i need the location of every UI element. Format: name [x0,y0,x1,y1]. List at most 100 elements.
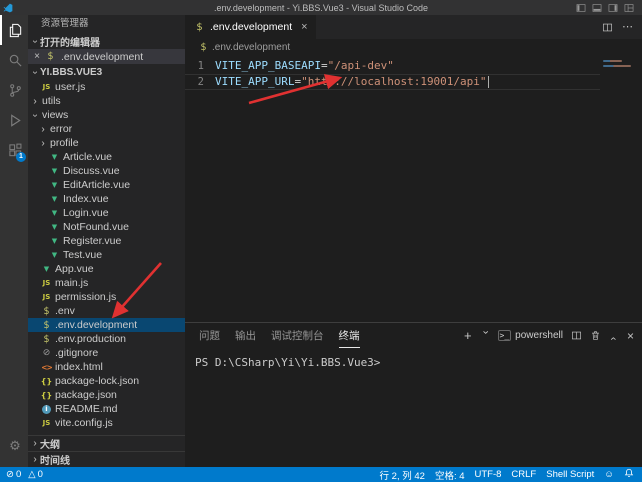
tree-item-Test.vue[interactable]: ▼Test.vue [28,248,185,262]
tree-item-Login.vue[interactable]: ▼Login.vue [28,206,185,220]
feedback-smiley-icon[interactable]: ☺ [604,469,614,480]
close-panel-icon[interactable]: × [627,330,634,342]
errors-indicator[interactable]: ⊘ 0 [6,469,21,480]
tree-item-permission.js[interactable]: JSpermission.js [28,290,185,304]
more-actions-icon[interactable]: ⋯ [622,22,633,33]
language-mode[interactable]: Shell Script [546,469,594,480]
tab-close-icon[interactable]: × [301,21,307,33]
tree-item-user.js[interactable]: JSuser.js [28,80,185,94]
outline-header[interactable]: › 大纲 [28,435,185,451]
tree-item-package.json[interactable]: {}package.json [28,388,185,402]
settings-gear-icon[interactable]: ⚙ [0,431,28,461]
tree-item-utils[interactable]: ›utils [28,94,185,108]
tree-item-profile[interactable]: ›profile [28,136,185,150]
project-root-header[interactable]: › YI.BBS.VUE3 [28,64,185,80]
env-file-icon: $ [44,51,57,62]
chevron-down-icon: › [30,36,41,46]
open-editor-item[interactable]: × $ .env.development [28,49,185,64]
code-line-2[interactable]: 2VITE_APP_URL="http://localhost:19001/ap… [185,74,600,90]
explorer-icon[interactable] [0,15,28,45]
tree-item-EditArticle.vue[interactable]: ▼EditArticle.vue [28,178,185,192]
terminal-output[interactable]: PS D:\CSharp\Yi\Yi.BBS.Vue3> [185,348,642,467]
terminal-dropdown-chevron-icon[interactable]: › [479,331,490,341]
file-name: .env [55,305,75,317]
outline-label: 大纲 [40,436,60,451]
panel-tab-终端[interactable]: 终端 [339,323,360,348]
editor-group: $ .env.development × ⋯ $ .env.developmen… [185,15,642,467]
breadcrumb[interactable]: $ .env.development [185,39,642,56]
file-name: README.md [55,403,117,415]
tree-item-Article.vue[interactable]: ▼Article.vue [28,150,185,164]
tree-item-README.md[interactable]: iREADME.md [28,402,185,416]
tree-item-package-lock.json[interactable]: {}package-lock.json [28,374,185,388]
panel-tab-输出[interactable]: 输出 [235,323,256,348]
file-name: index.html [55,361,103,373]
search-icon[interactable] [0,45,28,75]
panel-tab-调试控制台[interactable]: 调试控制台 [271,323,324,348]
status-right: 行 2, 列 42 空格: 4 UTF-8 CRLF Shell Script … [380,468,634,482]
terminal-tab-powershell[interactable]: >_ powershell [498,330,563,341]
js-file-icon: JS [40,83,53,91]
notifications-bell-icon[interactable] [624,468,634,481]
customize-layout-icon[interactable] [624,3,634,13]
tab-env-development[interactable]: $ .env.development × [185,15,316,39]
tree-item-Discuss.vue[interactable]: ▼Discuss.vue [28,164,185,178]
tree-item-main.js[interactable]: JSmain.js [28,276,185,290]
tree-item-views[interactable]: ›views [28,108,185,122]
tree-item-App.vue[interactable]: ▼App.vue [28,262,185,276]
toggle-panel-icon[interactable] [592,3,602,13]
cursor-position[interactable]: 行 2, 列 42 [380,468,425,482]
warnings-indicator[interactable]: △ 0 [28,469,43,480]
panel-tab-问题[interactable]: 问题 [199,323,220,348]
source-control-icon[interactable] [0,75,28,105]
toggle-primary-sidebar-icon[interactable] [576,3,586,13]
vue-file-icon: ▼ [48,251,61,259]
file-tree: JSuser.js›utils›views›error›profile▼Arti… [28,80,185,430]
timeline-header[interactable]: › 时间线 [28,451,185,467]
editor-actions: ⋯ [602,15,642,39]
toggle-secondary-sidebar-icon[interactable] [608,3,618,13]
vue-file-icon: ▼ [48,223,61,231]
chevron-down-icon: › [30,110,41,120]
open-editors-label: 打开的编辑器 [40,34,100,49]
kill-terminal-icon[interactable] [590,330,601,341]
split-terminal-icon[interactable] [571,330,582,341]
code-token: "http://localhost:19001/api" [301,74,486,90]
tree-item-Register.vue[interactable]: ▼Register.vue [28,234,185,248]
tree-item-.gitignore[interactable]: ⊘.gitignore [28,346,185,360]
file-name: Register.vue [63,235,121,247]
tree-item-.env[interactable]: $.env [28,304,185,318]
vscode-window: .env.development - Yi.BBS.Vue3 - Visual … [0,0,642,482]
open-editors-header[interactable]: › 打开的编辑器 [28,33,185,49]
tree-item-index.html[interactable]: <>index.html [28,360,185,374]
eol-indicator[interactable]: CRLF [511,469,536,480]
indentation[interactable]: 空格: 4 [435,468,465,482]
code-token: = [294,74,301,90]
tree-item-.env.development[interactable]: $.env.development [28,318,185,332]
file-name: EditArticle.vue [63,179,130,191]
split-editor-icon[interactable] [602,22,613,33]
file-name: vite.config.js [55,417,113,429]
vue-file-icon: ▼ [48,237,61,245]
maximize-panel-icon[interactable]: › [608,331,619,341]
new-terminal-icon[interactable]: + [464,329,472,342]
run-debug-icon[interactable] [0,105,28,135]
tree-item-error[interactable]: ›error [28,122,185,136]
tab-bar: $ .env.development × ⋯ [185,15,642,39]
json-file-icon: {} [40,391,53,400]
chevron-right-icon: › [30,454,40,465]
close-editor-icon[interactable]: × [32,51,42,62]
vscode-logo-icon[interactable] [0,3,16,13]
encoding[interactable]: UTF-8 [475,469,502,480]
file-name: package.json [55,389,117,401]
code-editor[interactable]: 1VITE_APP_BASEAPI="/api-dev"2VITE_APP_UR… [185,56,642,322]
tree-item-vite.config.js[interactable]: JSvite.config.js [28,416,185,430]
vue-file-icon: ▼ [48,181,61,189]
code-line-1[interactable]: 1VITE_APP_BASEAPI="/api-dev" [185,58,600,74]
extensions-icon[interactable]: 1 [0,135,28,165]
tree-item-NotFound.vue[interactable]: ▼NotFound.vue [28,220,185,234]
tree-item-Index.vue[interactable]: ▼Index.vue [28,192,185,206]
minimap[interactable] [603,60,639,70]
tree-item-.env.production[interactable]: $.env.production [28,332,185,346]
workbench: 1 ⚙ 资源管理器 › 打开的编辑器 × $ .env.development … [0,15,642,467]
